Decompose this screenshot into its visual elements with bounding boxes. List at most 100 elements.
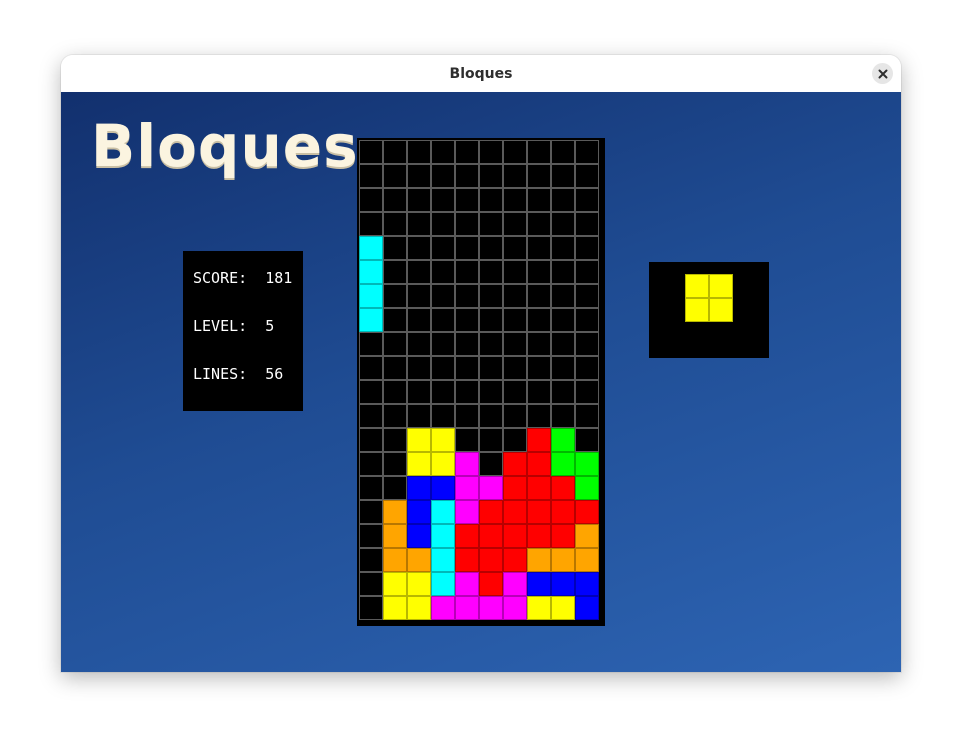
empty-cell (479, 260, 503, 284)
app-window: Bloques Bloques SCORE: 181 LEVEL: 5 LINE… (61, 55, 901, 672)
empty-cell (575, 332, 599, 356)
empty-cell (431, 236, 455, 260)
block-cell (503, 548, 527, 572)
block-cell (407, 476, 431, 500)
close-button[interactable] (872, 63, 893, 84)
block-cell (503, 596, 527, 620)
block-cell (407, 572, 431, 596)
empty-cell (359, 164, 383, 188)
block-cell (455, 524, 479, 548)
lines-row: LINES: 56 (193, 363, 283, 385)
empty-cell (479, 212, 503, 236)
empty-cell (431, 284, 455, 308)
next-piece-cell (709, 298, 733, 322)
empty-cell (359, 500, 383, 524)
game-board[interactable] (357, 138, 605, 626)
block-cell (407, 428, 431, 452)
empty-cell (575, 164, 599, 188)
block-cell (527, 452, 551, 476)
empty-cell (455, 380, 479, 404)
empty-cell (503, 212, 527, 236)
empty-cell (551, 284, 575, 308)
empty-cell (575, 356, 599, 380)
score-row: SCORE: 181 (193, 267, 292, 289)
empty-cell (359, 596, 383, 620)
next-piece-panel (649, 262, 769, 358)
next-piece-cell (709, 274, 733, 298)
empty-cell (527, 164, 551, 188)
empty-cell (455, 332, 479, 356)
empty-cell (479, 308, 503, 332)
empty-cell (407, 404, 431, 428)
empty-cell (407, 164, 431, 188)
block-cell (407, 596, 431, 620)
block-cell (383, 548, 407, 572)
empty-cell (479, 284, 503, 308)
empty-cell (527, 404, 551, 428)
empty-cell (407, 308, 431, 332)
empty-cell (479, 404, 503, 428)
block-cell (503, 452, 527, 476)
empty-cell (503, 260, 527, 284)
empty-cell (479, 188, 503, 212)
block-cell (551, 428, 575, 452)
block-cell (359, 236, 383, 260)
empty-cell (455, 212, 479, 236)
empty-cell (407, 356, 431, 380)
empty-cell (503, 140, 527, 164)
empty-cell (359, 140, 383, 164)
empty-cell (383, 188, 407, 212)
block-cell (479, 524, 503, 548)
empty-cell (503, 188, 527, 212)
block-cell (527, 572, 551, 596)
empty-cell (551, 212, 575, 236)
block-cell (407, 548, 431, 572)
empty-cell (455, 308, 479, 332)
empty-cell (527, 308, 551, 332)
block-cell (527, 548, 551, 572)
block-cell (575, 596, 599, 620)
empty-cell (383, 404, 407, 428)
empty-cell (551, 356, 575, 380)
empty-cell (551, 308, 575, 332)
empty-cell (431, 356, 455, 380)
empty-cell (383, 380, 407, 404)
empty-cell (575, 428, 599, 452)
block-cell (503, 476, 527, 500)
empty-cell (383, 164, 407, 188)
lines-value: 56 (265, 365, 284, 383)
close-icon (878, 69, 887, 78)
empty-cell (479, 236, 503, 260)
next-piece-cell (685, 298, 709, 322)
empty-cell (479, 428, 503, 452)
empty-cell (527, 236, 551, 260)
empty-cell (479, 452, 503, 476)
block-cell (431, 572, 455, 596)
empty-cell (455, 356, 479, 380)
score-label: SCORE: (193, 269, 248, 287)
empty-cell (503, 332, 527, 356)
empty-cell (407, 260, 431, 284)
block-cell (431, 452, 455, 476)
empty-cell (503, 428, 527, 452)
block-cell (359, 308, 383, 332)
empty-cell (527, 284, 551, 308)
empty-cell (359, 404, 383, 428)
next-piece-cell (685, 274, 709, 298)
empty-cell (359, 548, 383, 572)
block-cell (551, 524, 575, 548)
empty-cell (383, 476, 407, 500)
empty-cell (407, 236, 431, 260)
empty-cell (455, 188, 479, 212)
block-cell (575, 524, 599, 548)
empty-cell (407, 140, 431, 164)
empty-cell (575, 188, 599, 212)
empty-cell (359, 380, 383, 404)
block-cell (455, 500, 479, 524)
block-cell (431, 596, 455, 620)
block-cell (527, 596, 551, 620)
empty-cell (407, 284, 431, 308)
block-cell (479, 572, 503, 596)
empty-cell (359, 428, 383, 452)
empty-cell (431, 260, 455, 284)
